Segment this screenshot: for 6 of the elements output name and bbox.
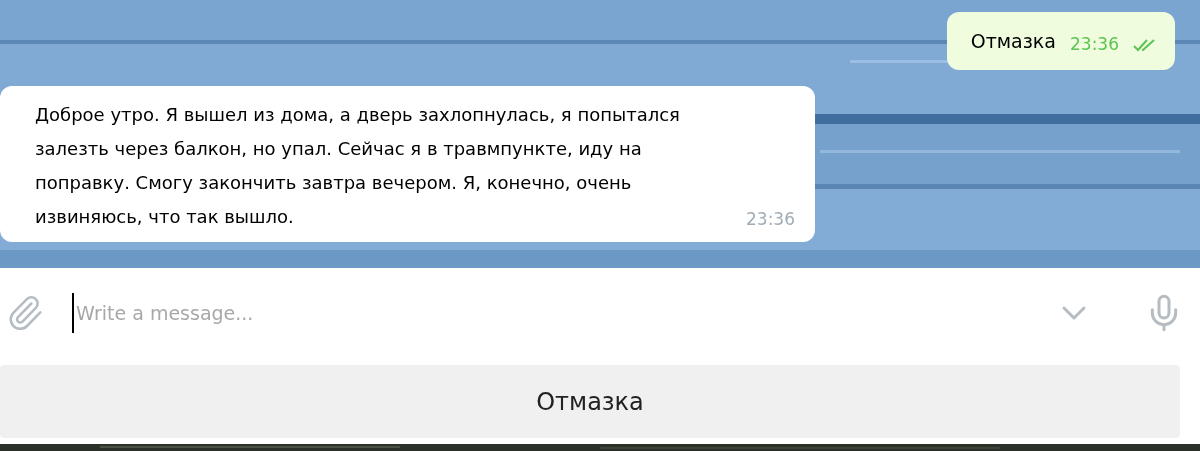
message-text: Доброе утро. Я вышел из дома, а дверь захлопнулась, я попытался залезть через балкон, но упал. Сейчас я в травмпункте, иду на поправку. Смогу закончить завтра вечером. Я, конечно, очень извиняюсь, что так вышло. (35, 103, 681, 229)
message-text: Отмазка (970, 28, 1056, 54)
keyboard-button[interactable]: Отмазка (0, 365, 1180, 438)
message-time: 23:36 (1070, 33, 1119, 57)
message-time: 23:36 (746, 207, 795, 231)
message-input[interactable]: Write a message... (72, 293, 1054, 333)
